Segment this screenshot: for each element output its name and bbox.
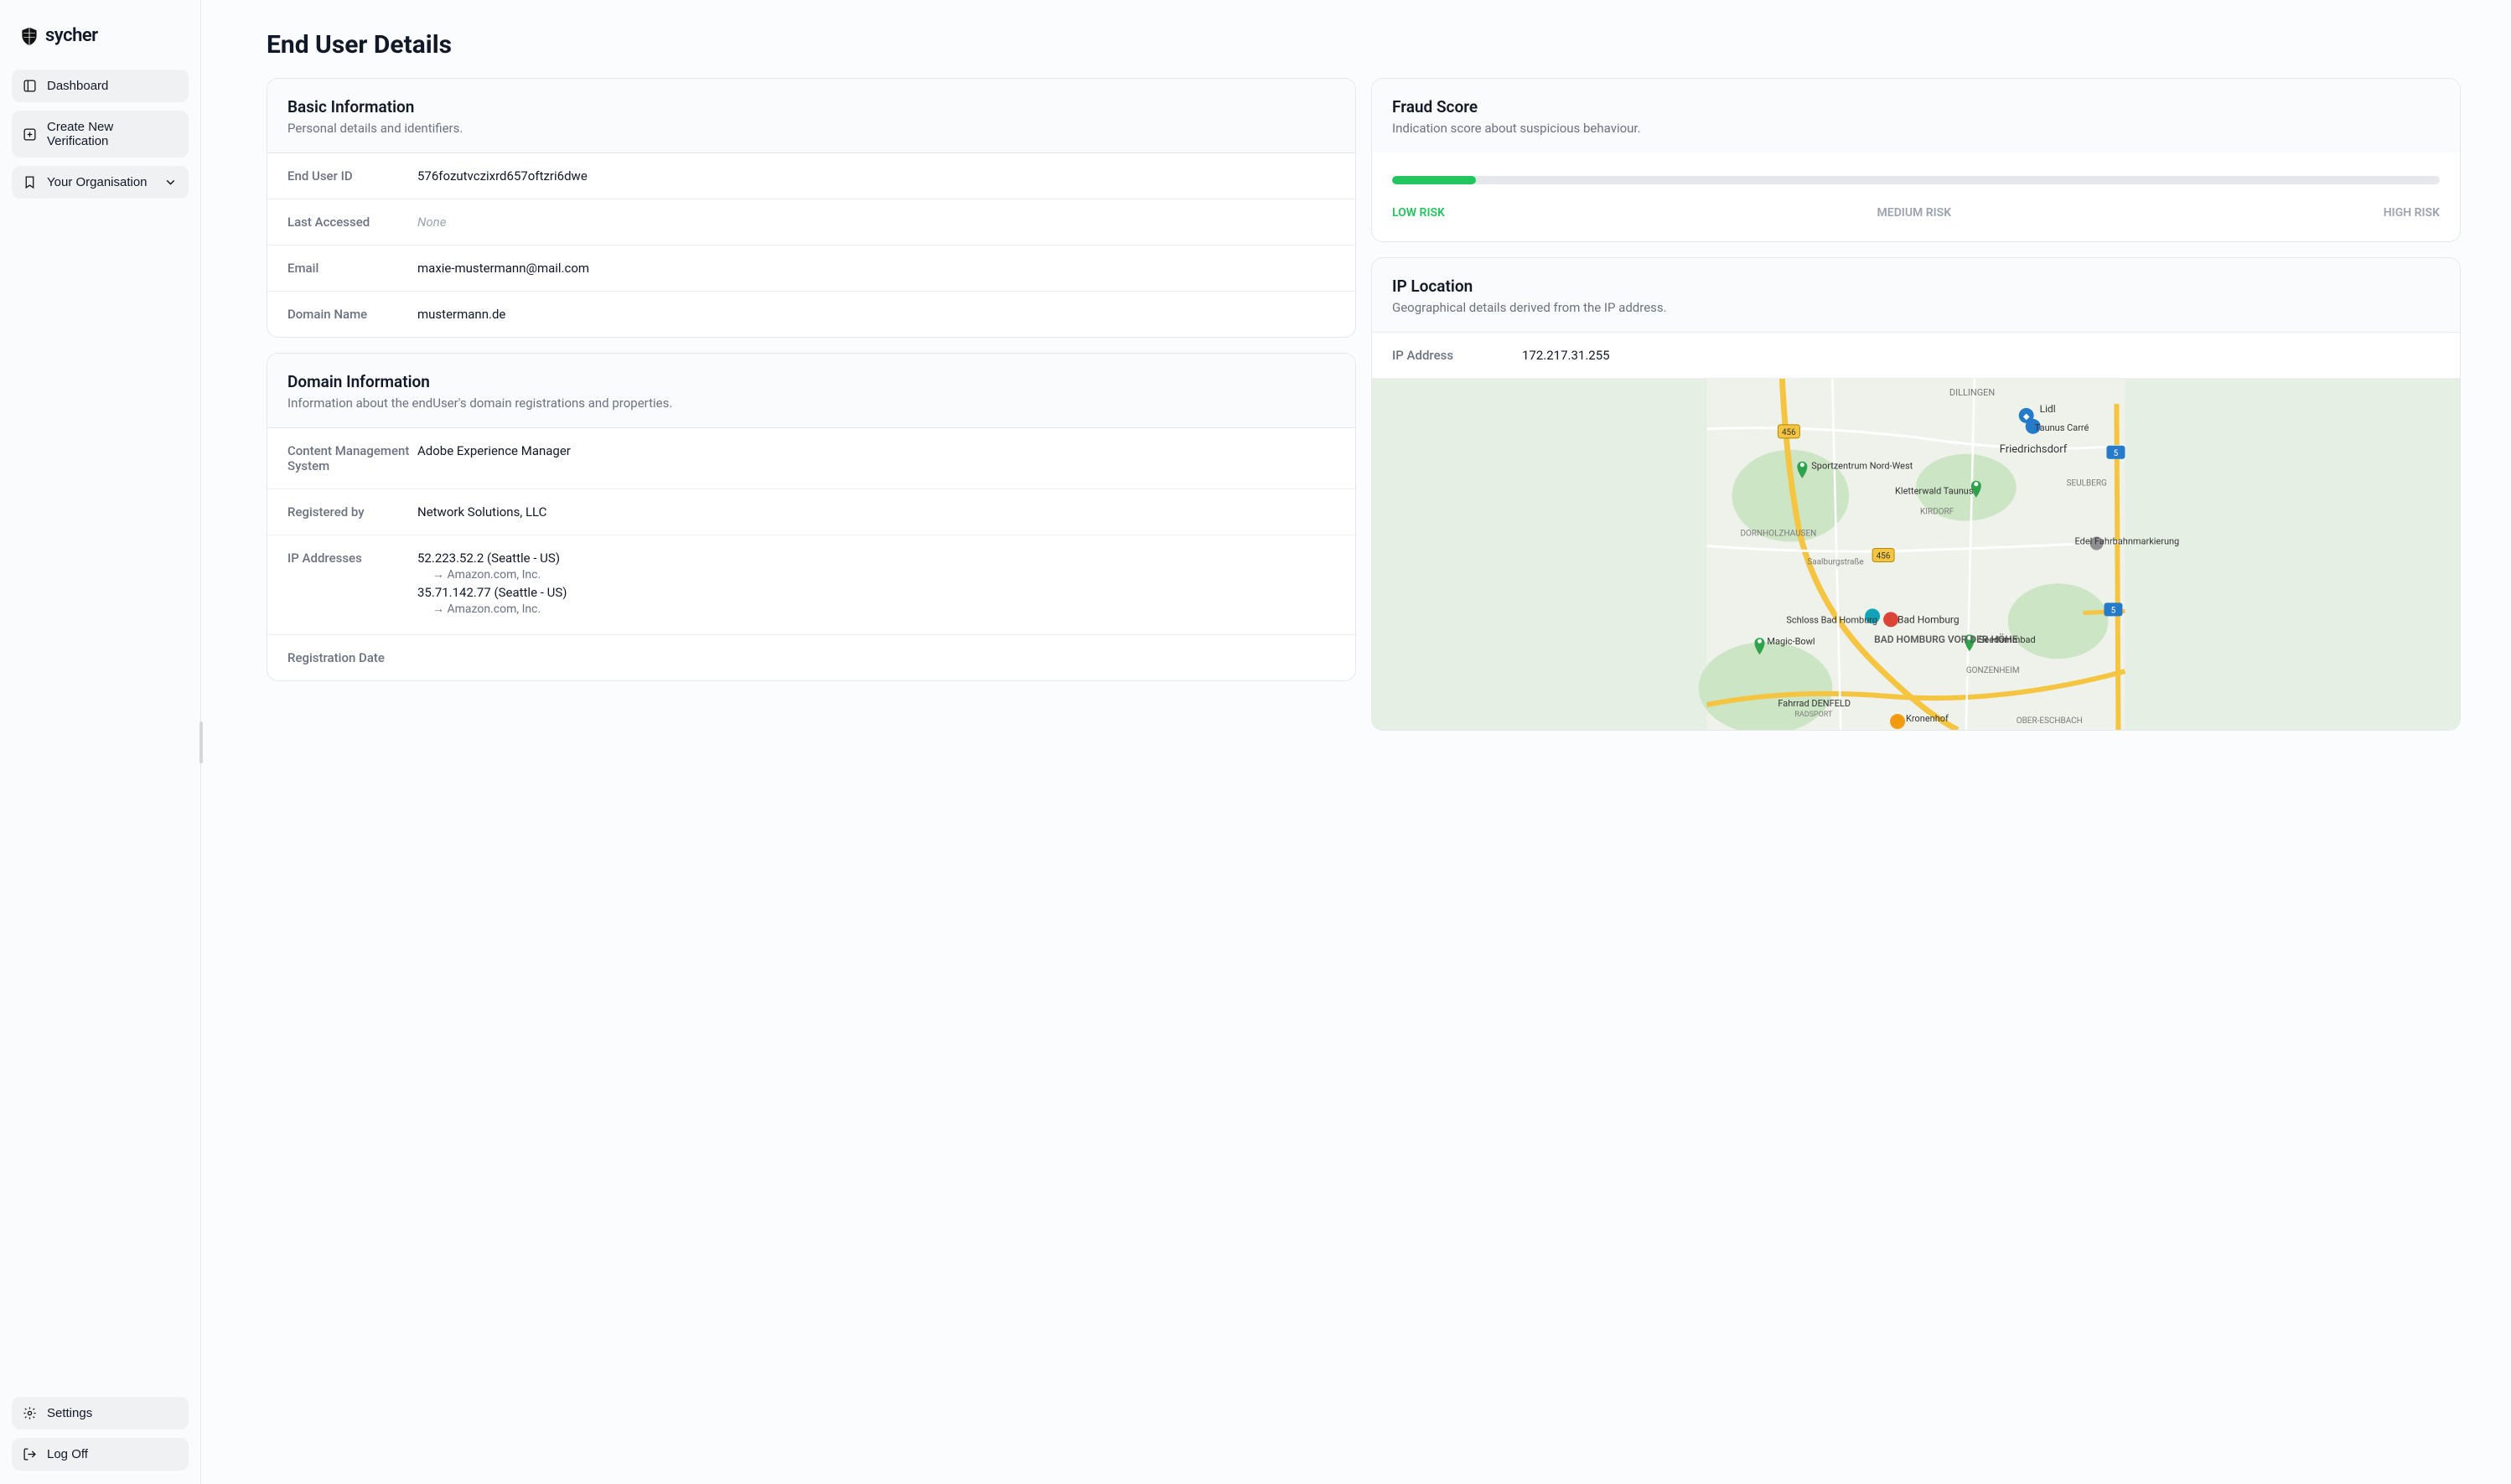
- risk-label-medium: MEDIUM RISK: [1877, 206, 1952, 220]
- row-last-accessed: Last Accessed None: [267, 199, 1355, 246]
- row-label: Last Accessed: [287, 215, 417, 230]
- shield-icon: [20, 26, 39, 46]
- card-ip-location: IP Location Geographical details derived…: [1371, 257, 2461, 731]
- ip-entry: 35.71.142.77 (Seattle - US): [417, 585, 567, 600]
- dashboard-icon: [23, 79, 37, 93]
- svg-text:Lidl: Lidl: [2040, 403, 2056, 415]
- row-value: 52.223.52.2 (Seattle - US) Amazon.com, I…: [417, 551, 567, 619]
- svg-text:Kronenhof: Kronenhof: [1906, 713, 1949, 724]
- fraud-bar: [1392, 176, 2440, 184]
- sidebar-item-dashboard[interactable]: Dashboard: [12, 70, 189, 102]
- svg-text:SEULBERG: SEULBERG: [2067, 479, 2107, 489]
- svg-text:Schloss Bad Homburg: Schloss Bad Homburg: [1786, 614, 1877, 625]
- svg-text:GONZENHEIM: GONZENHEIM: [1966, 666, 2020, 675]
- row-registration-date: Registration Date: [267, 635, 1355, 680]
- card-domain-information: Domain Information Information about the…: [267, 353, 1356, 681]
- svg-text:Bad Homburg: Bad Homburg: [1897, 613, 1960, 625]
- svg-text:5: 5: [2114, 449, 2119, 458]
- logout-icon: [23, 1447, 37, 1461]
- card-subtitle: Information about the endUser's domain r…: [287, 396, 1335, 411]
- svg-text:Taunus Carré: Taunus Carré: [2035, 422, 2089, 433]
- row-value: 576fozutvczixrd657oftzri6dwe: [417, 168, 588, 184]
- row-value: 172.217.31.255: [1522, 348, 1610, 363]
- row-label: Registered by: [287, 504, 417, 520]
- row-ip-addresses: IP Addresses 52.223.52.2 (Seattle - US) …: [267, 535, 1355, 635]
- brand-name: sycher: [45, 25, 98, 46]
- row-label: Email: [287, 261, 417, 276]
- svg-text:Magic-Bowl: Magic-Bowl: [1767, 636, 1815, 647]
- ip-org: Amazon.com, Inc.: [417, 602, 567, 616]
- map-svg: 456 456 5 5 ◆: [1372, 379, 2460, 730]
- row-value: maxie-mustermann@mail.com: [417, 261, 589, 276]
- svg-text:OBER-ESCHBACH: OBER-ESCHBACH: [2017, 716, 2083, 726]
- ip-org: Amazon.com, Inc.: [417, 567, 567, 582]
- sidebar-item-create-verification[interactable]: Create New Verification: [12, 111, 189, 158]
- sidebar-item-your-organisation[interactable]: Your Organisation: [12, 166, 189, 199]
- row-value: None: [417, 215, 446, 230]
- svg-text:RADSPORT: RADSPORT: [1794, 711, 1833, 719]
- brand-logo: sycher: [12, 13, 189, 70]
- card-title: Basic Information: [287, 97, 1335, 116]
- svg-text:Edel Fahrbahnmarkierung: Edel Fahrbahnmarkierung: [2075, 536, 2180, 547]
- card-basic-information: Basic Information Personal details and i…: [267, 78, 1356, 338]
- card-fraud-score: Fraud Score Indication score about suspi…: [1371, 78, 2461, 242]
- row-label: IP Address: [1392, 348, 1522, 363]
- card-title: Domain Information: [287, 372, 1335, 391]
- risk-label-high: HIGH RISK: [2384, 206, 2440, 220]
- row-domain-name: Domain Name mustermann.de: [267, 292, 1355, 337]
- sidebar: sycher Dashboard Create New Verification: [0, 0, 201, 1484]
- ip-entry: 52.223.52.2 (Seattle - US): [417, 551, 567, 566]
- svg-text:456: 456: [1782, 428, 1796, 437]
- row-label: End User ID: [287, 168, 417, 184]
- row-label: Content Management System: [287, 443, 417, 473]
- svg-text:Fahrrad DENFELD: Fahrrad DENFELD: [1778, 698, 1851, 709]
- svg-text:Kletterwald Taunus: Kletterwald Taunus: [1895, 486, 1974, 497]
- row-value: Network Solutions, LLC: [417, 504, 546, 520]
- sidebar-item-label: Log Off: [47, 1447, 88, 1461]
- fraud-bar-fill: [1392, 176, 1476, 184]
- svg-text:KIRDORF: KIRDORF: [1920, 508, 1954, 517]
- sidebar-item-label: Settings: [47, 1406, 92, 1420]
- plus-square-icon: [23, 127, 37, 142]
- row-label: Domain Name: [287, 307, 417, 322]
- risk-label-low: LOW RISK: [1392, 206, 1445, 220]
- svg-text:Friedrichsdorf: Friedrichsdorf: [2000, 443, 2068, 456]
- bookmark-icon: [23, 175, 37, 189]
- svg-text:◆: ◆: [2023, 412, 2030, 421]
- svg-text:Seedammbad: Seedammbad: [1979, 634, 2036, 645]
- svg-text:Sportzentrum Nord-West: Sportzentrum Nord-West: [1811, 461, 1913, 472]
- chevron-down-icon: [163, 175, 178, 189]
- svg-text:456: 456: [1877, 551, 1891, 561]
- svg-text:DORNHOLZHAUSEN: DORNHOLZHAUSEN: [1741, 530, 1817, 539]
- row-email: Email maxie-mustermann@mail.com: [267, 246, 1355, 292]
- card-title: IP Location: [1392, 277, 2440, 296]
- svg-text:Saalburgstraße: Saalburgstraße: [1807, 557, 1863, 566]
- row-value: Adobe Experience Manager: [417, 443, 571, 458]
- sidebar-item-settings[interactable]: Settings: [12, 1397, 189, 1430]
- card-title: Fraud Score: [1392, 97, 2440, 116]
- sidebar-item-label: Your Organisation: [47, 175, 148, 189]
- row-value: mustermann.de: [417, 307, 505, 322]
- map[interactable]: 456 456 5 5 ◆: [1372, 378, 2460, 730]
- row-label: Registration Date: [287, 650, 417, 665]
- sidebar-item-label: Create New Verification: [47, 120, 178, 148]
- page-title: End User Details: [267, 30, 2461, 59]
- svg-text:DILLINGEN: DILLINGEN: [1949, 387, 1995, 398]
- card-subtitle: Indication score about suspicious behavi…: [1392, 121, 2440, 136]
- row-ip-address: IP Address 172.217.31.255: [1372, 332, 2460, 378]
- svg-text:5: 5: [2111, 606, 2116, 615]
- row-cms: Content Management System Adobe Experien…: [267, 428, 1355, 489]
- sidebar-resize-handle[interactable]: [199, 721, 203, 763]
- card-subtitle: Personal details and identifiers.: [287, 121, 1335, 136]
- main-content: End User Details Basic Information Perso…: [201, 0, 2511, 1484]
- card-subtitle: Geographical details derived from the IP…: [1392, 300, 2440, 315]
- gear-icon: [23, 1406, 37, 1420]
- row-registered-by: Registered by Network Solutions, LLC: [267, 489, 1355, 535]
- sidebar-item-label: Dashboard: [47, 79, 108, 93]
- row-end-user-id: End User ID 576fozutvczixrd657oftzri6dwe: [267, 153, 1355, 199]
- sidebar-item-logoff[interactable]: Log Off: [12, 1438, 189, 1471]
- row-label: IP Addresses: [287, 551, 417, 566]
